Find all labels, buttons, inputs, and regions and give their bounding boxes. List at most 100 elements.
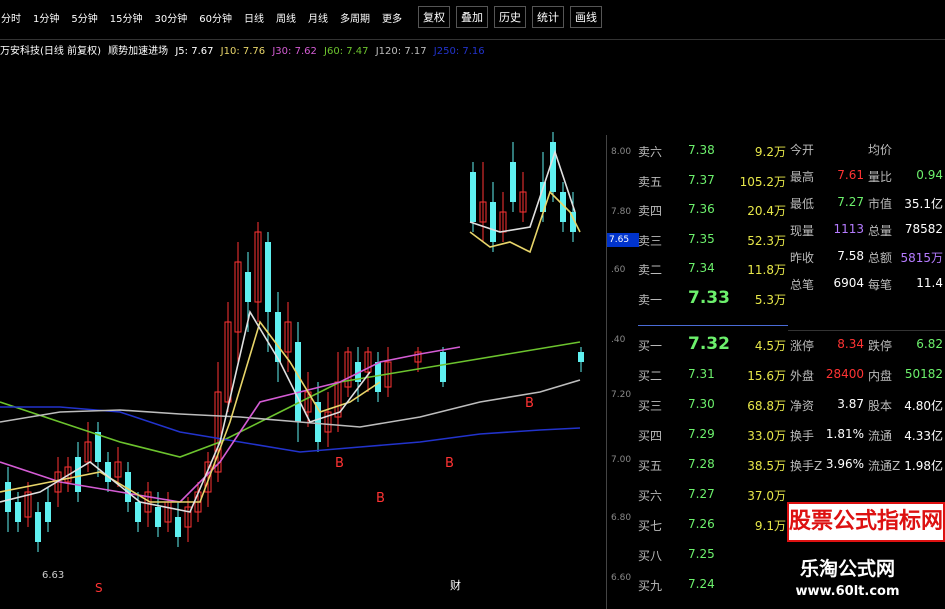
stats-value: 7.58 [837, 249, 864, 263]
candle-body [175, 517, 181, 537]
stats-value: 4.33亿 [904, 429, 943, 443]
buy-signal-label: B [335, 456, 344, 471]
orderbook-volume: 15.6万 [747, 369, 786, 383]
stats-key: 总量 [868, 224, 893, 238]
order-book: 卖六 7.38 9.2万 卖五 7.37 105.2万 卖四 7.36 20.4万 卖三 7.35 5… [638, 135, 788, 609]
orderbook-volume: 5.3万 [754, 292, 786, 307]
period-tab[interactable]: 多周期 [339, 10, 371, 25]
orderbook-level: 卖五 [638, 174, 663, 189]
orderbook-level: 卖三 [638, 233, 663, 248]
orderbook-row: 卖四 7.36 20.4万 [638, 198, 788, 224]
stats-key: 净资 [790, 399, 815, 413]
period-tab[interactable]: 月线 [307, 10, 329, 25]
candle-body [95, 432, 101, 462]
period-tab[interactable]: 15分钟 [109, 10, 144, 25]
period-toolbar: 分时 1分钟 5分钟 15分钟 30分钟 60分钟 日线 周线 月线 多周期 更多 复权 叠加 历史 统计… [0, 0, 945, 40]
ma250-label: J250: 7.16 [433, 46, 485, 57]
candle-body [155, 507, 161, 527]
ma120-line [0, 379, 581, 428]
candle-body [135, 502, 141, 522]
stats-key: 最高 [790, 170, 815, 184]
stats-value: 35.1亿 [904, 197, 943, 211]
orderbook-level: 买三 [638, 399, 663, 413]
stats-value: 5815万 [900, 251, 943, 265]
orderbook-price: 7.30 [688, 397, 715, 411]
toolbar-action-button[interactable]: 统计 [532, 6, 564, 28]
orderbook-volume: 4.5万 [754, 339, 786, 353]
stats-row: 最高 7.61 量比 0.94 [788, 164, 945, 189]
current-price-tag: 7.65 [607, 233, 639, 247]
orderbook-price: 7.27 [688, 487, 715, 501]
stats-key: 总额 [868, 251, 893, 265]
orderbook-row: 卖五 7.37 105.2万 [638, 169, 788, 195]
orderbook-price: 7.32 [688, 334, 730, 354]
candlestick-chart[interactable]: 6.63 B B B B S 财 [0, 62, 610, 609]
ma120-label: J120: 7.17 [375, 46, 427, 57]
orderbook-price: 7.26 [688, 517, 715, 531]
period-tab[interactable]: 5分钟 [70, 10, 98, 25]
candle-body [45, 502, 51, 522]
axis-tick: .60 [611, 265, 626, 275]
stats-key: 外盘 [790, 369, 815, 383]
orderbook-row: 买六 7.27 37.0万 [638, 483, 788, 509]
toolbar-action-button[interactable]: 历史 [494, 6, 526, 28]
orderbook-level: 买二 [638, 369, 663, 383]
axis-tick: 6.80 [611, 513, 632, 523]
orderbook-level: 买六 [638, 489, 663, 503]
stats-row: 昨收 7.58 总额 5815万 [788, 245, 945, 270]
period-tab[interactable]: 30分钟 [153, 10, 188, 25]
orderbook-volume: 9.1万 [754, 519, 786, 533]
orderbook-price: 7.34 [688, 261, 715, 275]
stats-key: 每笔 [868, 278, 893, 292]
orderbook-row: 买七 7.26 9.1万 [638, 513, 788, 539]
stats-value: 1.81% [825, 427, 864, 441]
period-tab[interactable]: 更多 [381, 10, 403, 25]
candle-body [265, 242, 271, 312]
indicator-legend: 万安科技(日线 前复权) 顺势加速进场 J5: 7.67 J10: 7.76 J… [0, 42, 600, 62]
stats-key: 今开 [790, 143, 815, 157]
stats-key: 市值 [868, 197, 893, 211]
stats-value: 6904 [833, 276, 864, 290]
period-tab[interactable]: 分时 [0, 10, 22, 25]
stats-value: 0.94 [916, 168, 943, 182]
toolbar-action-button[interactable]: 叠加 [456, 6, 488, 28]
period-tab[interactable]: 日线 [243, 10, 265, 25]
orderbook-row: 买五 7.28 38.5万 [638, 453, 788, 479]
stats-value: 1.98亿 [904, 459, 943, 473]
stats-value: 78582 [904, 222, 943, 236]
brand-watermark: 股票公式指标网 [787, 502, 945, 542]
stats-row: 总笔 6904 每笔 11.4 [788, 272, 945, 297]
orderbook-level: 买一 [638, 339, 663, 353]
period-tab[interactable]: 周线 [275, 10, 297, 25]
stats-key: 换手 [790, 429, 815, 443]
stats-key: 总笔 [790, 278, 815, 292]
candle-body [550, 142, 556, 192]
stats-key: 流通Z [868, 459, 901, 473]
orderbook-level: 买九 [638, 579, 663, 593]
candle-body [440, 352, 446, 382]
axis-tick: 8.00 [611, 147, 632, 157]
ma30-label: J30: 7.62 [272, 46, 317, 57]
period-tab[interactable]: 60分钟 [198, 10, 233, 25]
toolbar-action-button[interactable]: 画线 [570, 6, 602, 28]
quote-stats: 今开 均价 最高 7.61 量比 0.94 最低 7.27 市值 35.1亿 现量 1113 总量 785… [788, 135, 945, 515]
candle-body [578, 352, 584, 362]
axis-tick: 7.20 [611, 390, 632, 400]
toolbar-action-button[interactable]: 复权 [418, 6, 450, 28]
candle-body [470, 172, 476, 222]
signal-name: 顺势加速进场 [108, 46, 169, 57]
orderbook-price: 7.37 [688, 172, 715, 187]
orderbook-level: 买七 [638, 519, 663, 533]
stats-key: 股本 [868, 399, 893, 413]
candle-body [35, 512, 41, 542]
book-divider [638, 325, 788, 326]
period-tabs: 分时 1分钟 5分钟 15分钟 30分钟 60分钟 日线 周线 月线 多周期 更多 [0, 10, 403, 25]
stats-value: 3.96% [825, 457, 864, 471]
orderbook-level: 买四 [638, 429, 663, 443]
candle-body [15, 502, 21, 522]
period-tab[interactable]: 1分钟 [32, 10, 60, 25]
orderbook-level: 买五 [638, 459, 663, 473]
site-url: www.60lt.com [795, 584, 900, 599]
ma5-label: J5: 7.67 [175, 46, 214, 57]
axis-tick: 6.60 [611, 573, 632, 583]
